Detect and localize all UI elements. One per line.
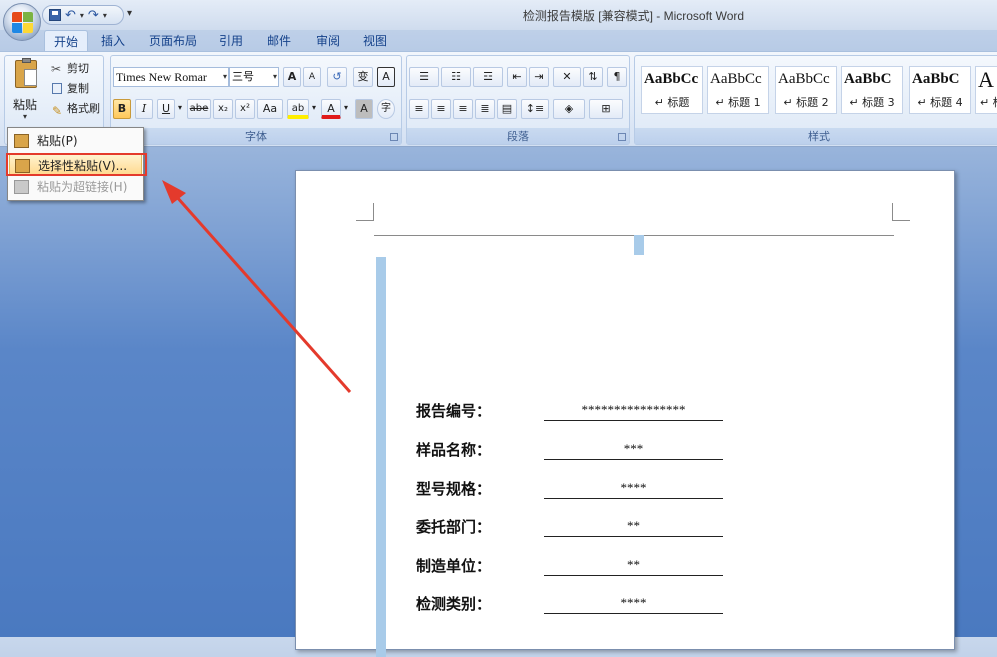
- annotation-arrow: [162, 180, 352, 393]
